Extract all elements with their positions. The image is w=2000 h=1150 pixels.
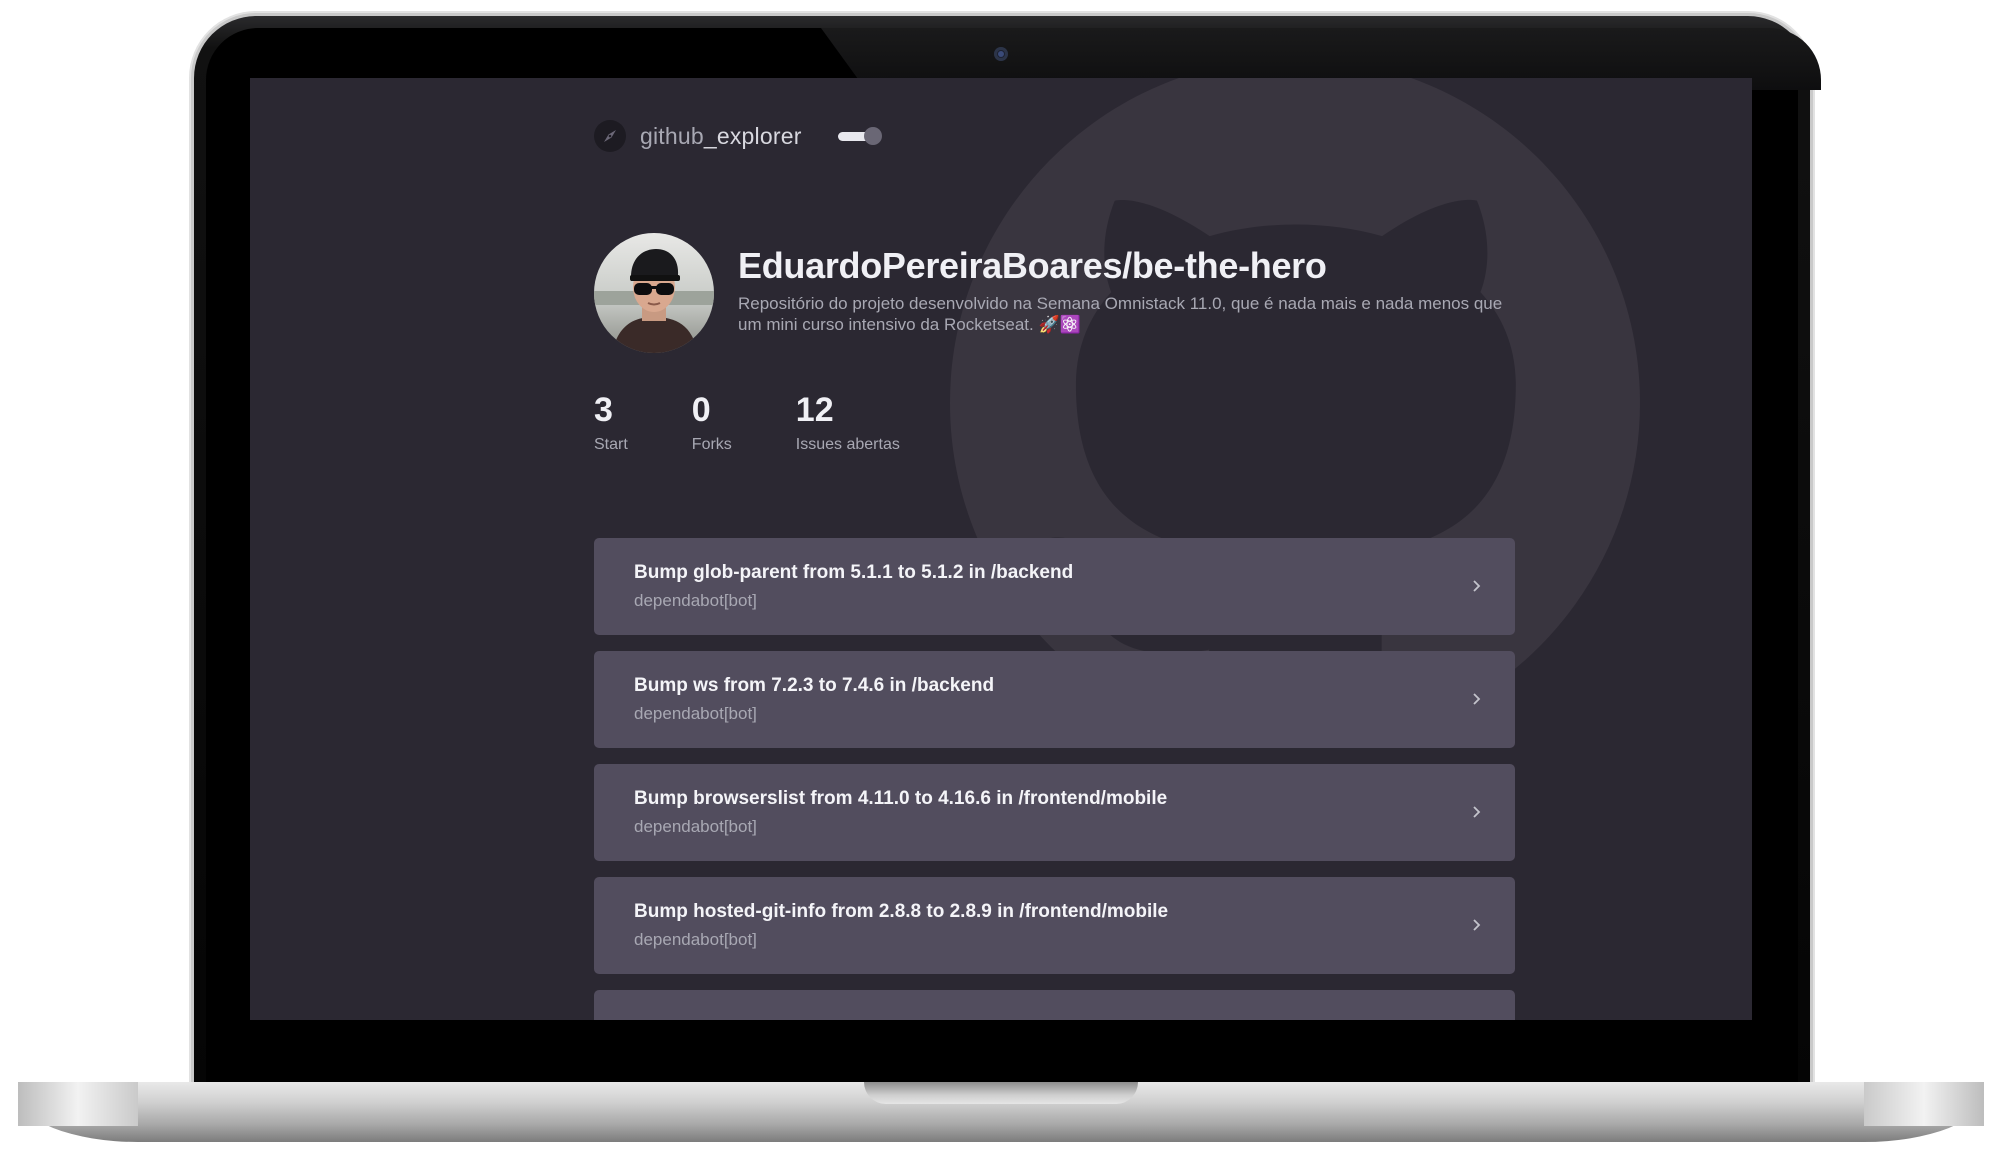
stat-value: 3 xyxy=(594,391,613,429)
browser-screen: github_explorer EduardoPereiraBoares/be-… xyxy=(250,78,1752,1020)
issue-title: Bump ws from 7.2.3 to 7.4.6 in /backend xyxy=(634,675,995,696)
repository-description: Repositório do projeto desenvolvido na S… xyxy=(738,294,1503,334)
stat-label: Forks xyxy=(691,436,732,453)
camera-icon xyxy=(994,47,1008,61)
issues-list: Bump glob-parent from 5.1.1 to 5.1.2 in … xyxy=(594,538,1515,1020)
chevron-right-icon xyxy=(1473,580,1481,592)
repository-info: EduardoPereiraBoares/be-the-hero Reposit… xyxy=(738,245,1518,353)
issue-title: Bump browserslist from 4.11.0 to 4.16.6 … xyxy=(634,788,1168,809)
stat-label: Issues abertas xyxy=(795,436,900,453)
toggle-knob xyxy=(863,127,882,145)
theme-toggle[interactable] xyxy=(837,127,882,145)
issue-item[interactable]: Bump hosted-git-info from 2.8.8 to 2.8.9… xyxy=(594,877,1515,974)
issue-item[interactable] xyxy=(594,990,1515,1020)
issue-author: dependabot[bot] xyxy=(634,817,757,836)
repository-stats: 3 Start 0 Forks 12 Issues abertas xyxy=(594,391,964,454)
app-container: github_explorer EduardoPereiraBoares/be-… xyxy=(250,78,1752,1020)
stat-open-issues: 12 Issues abertas xyxy=(796,391,900,454)
issue-author: dependabot[bot] xyxy=(634,591,757,610)
issue-title: Bump hosted-git-info from 2.8.8 to 2.8.9… xyxy=(634,901,1169,922)
avatar xyxy=(594,233,714,353)
compass-icon xyxy=(594,120,626,152)
brand-prefix: github xyxy=(640,122,704,149)
repository-header: EduardoPereiraBoares/be-the-hero Reposit… xyxy=(594,233,1518,353)
issue-author: dependabot[bot] xyxy=(634,704,757,723)
issue-author: dependabot[bot] xyxy=(634,930,757,949)
chevron-right-icon xyxy=(1473,693,1481,705)
brand-suffix: _explorer xyxy=(703,122,802,149)
app-logo-text[interactable]: github_explorer xyxy=(640,123,802,150)
laptop-notch xyxy=(864,1082,1138,1104)
issue-item[interactable]: Bump browserslist from 4.11.0 to 4.16.6 … xyxy=(594,764,1515,861)
stat-value: 0 xyxy=(691,391,711,429)
stat-stars: 3 Start xyxy=(594,391,628,454)
issue-item[interactable]: Bump glob-parent from 5.1.1 to 5.1.2 in … xyxy=(594,538,1515,635)
stat-label: Start xyxy=(594,436,628,453)
repository-name: EduardoPereiraBoares/be-the-hero xyxy=(738,245,1327,286)
chevron-right-icon xyxy=(1473,919,1481,931)
issue-title: Bump glob-parent from 5.1.1 to 5.1.2 in … xyxy=(634,562,1074,583)
chevron-right-icon xyxy=(1473,806,1481,818)
issue-item[interactable]: Bump ws from 7.2.3 to 7.4.6 in /backend … xyxy=(594,651,1515,748)
stat-forks: 0 Forks xyxy=(692,391,732,454)
app-header: github_explorer xyxy=(594,120,882,152)
stat-value: 12 xyxy=(795,391,834,429)
